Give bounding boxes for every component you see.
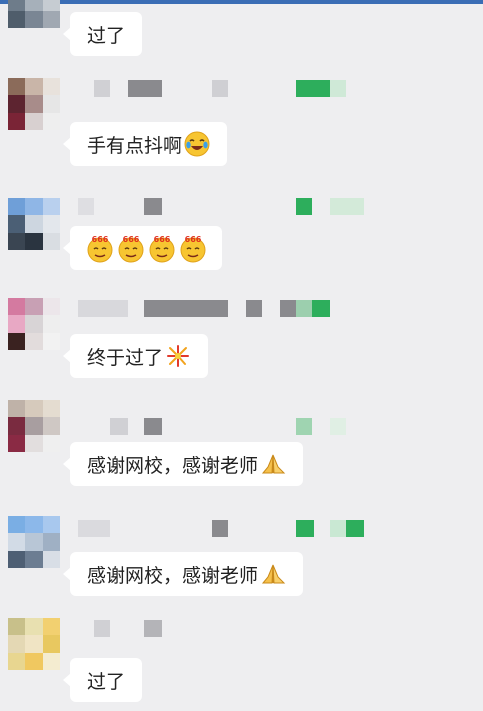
avatar[interactable] — [8, 516, 60, 568]
emoji-666-icon: 666 — [116, 233, 146, 263]
avatar[interactable] — [8, 400, 60, 452]
top-bar — [0, 0, 483, 4]
folded-hands-icon — [260, 561, 286, 587]
message-bubble[interactable]: 手有点抖啊 — [62, 122, 228, 166]
emoji-666-label: 666 — [92, 235, 109, 244]
message-text: 感谢网校，感谢老师 — [87, 454, 259, 477]
emoji-666-label: 666 — [185, 235, 202, 244]
laughing-tears-icon — [184, 131, 210, 157]
message-text: 过了 — [87, 670, 126, 693]
emoji-666-label: 666 — [123, 235, 140, 244]
avatar[interactable] — [8, 198, 60, 250]
emoji-666-label: 666 — [154, 235, 171, 244]
message-bubble[interactable]: 过了 — [62, 658, 143, 702]
emoji-666-icon: 666 — [147, 233, 177, 263]
folded-hands-icon — [260, 451, 286, 477]
message-bubble[interactable]: 感谢网校，感谢老师 — [62, 552, 304, 596]
message-bubble[interactable]: 感谢网校，感谢老师 — [62, 442, 304, 486]
emoji-666-icon: 666 — [85, 233, 115, 263]
emoji-666-icon: 666 — [178, 233, 208, 263]
message-text: 感谢网校，感谢老师 — [87, 564, 259, 587]
message-bubble[interactable]: 666 666 666 666 — [63, 226, 222, 270]
avatar[interactable] — [8, 618, 60, 670]
avatar[interactable] — [8, 298, 60, 350]
firework-icon — [165, 343, 191, 369]
message-text: 手有点抖啊 — [87, 134, 183, 157]
avatar[interactable] — [8, 0, 60, 28]
message-bubble[interactable]: 过了 — [62, 12, 143, 56]
message-text: 终于过了 — [87, 346, 164, 369]
message-bubble[interactable]: 终于过了 — [62, 334, 209, 378]
message-text: 过了 — [87, 24, 126, 47]
avatar[interactable] — [8, 78, 60, 130]
